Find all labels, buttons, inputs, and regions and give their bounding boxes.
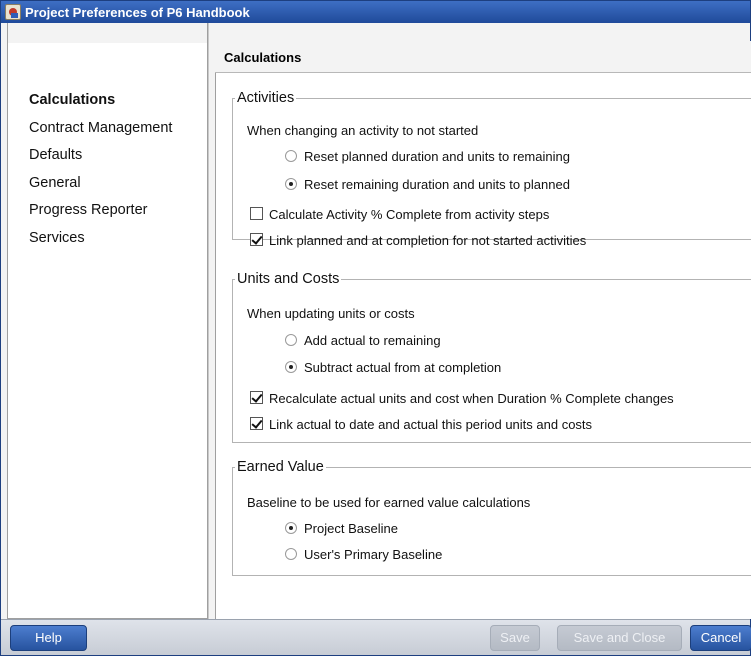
- checkbox-recalculate-actual[interactable]: Recalculate actual units and cost when D…: [250, 390, 674, 406]
- window-title: Project Preferences of P6 Handbook: [25, 5, 250, 20]
- radio-add-actual[interactable]: Add actual to remaining: [285, 332, 441, 348]
- sidebar-item-calculations[interactable]: Calculations: [29, 91, 172, 119]
- checkbox-recalculate-actual-control[interactable]: [250, 391, 263, 405]
- earned-value-group: Earned Value Baseline to be used for ear…: [232, 459, 751, 576]
- checkbox-link-planned[interactable]: Link planned and at completion for not s…: [250, 232, 586, 248]
- content-pane: Activities When changing an activity to …: [215, 73, 751, 619]
- units-costs-legend: Units and Costs: [237, 271, 340, 287]
- radio-primary-baseline[interactable]: User's Primary Baseline: [285, 546, 442, 562]
- save-and-close-button[interactable]: Save and Close: [557, 625, 682, 651]
- earned-value-legend: Earned Value: [237, 459, 324, 475]
- help-button[interactable]: Help: [10, 625, 87, 651]
- sidebar-item-progress-reporter[interactable]: Progress Reporter: [29, 201, 172, 229]
- checkbox-link-planned-control[interactable]: [250, 233, 263, 247]
- project-preferences-dialog: Project Preferences of P6 Handbook Calcu…: [0, 0, 751, 656]
- save-button[interactable]: Save: [490, 625, 540, 651]
- sidebar-item-services[interactable]: Services: [29, 229, 172, 257]
- radio-reset-remaining-control[interactable]: [285, 177, 297, 190]
- radio-reset-remaining-label: Reset remaining duration and units to pl…: [304, 177, 570, 193]
- radio-project-baseline[interactable]: Project Baseline: [285, 520, 398, 536]
- radio-reset-planned-label: Reset planned duration and units to rema…: [304, 149, 570, 165]
- radio-subtract-actual-control[interactable]: [285, 360, 297, 373]
- radio-add-actual-label: Add actual to remaining: [304, 333, 441, 349]
- radio-reset-planned-control[interactable]: [285, 149, 297, 162]
- radio-project-baseline-label: Project Baseline: [304, 521, 398, 537]
- activities-legend: Activities: [237, 90, 295, 106]
- pane-divider[interactable]: [208, 23, 215, 619]
- units-costs-group: Units and Costs When updating units or c…: [232, 271, 751, 443]
- sidebar-nav: Calculations Contract Management Default…: [29, 91, 172, 257]
- earned-value-prompt: Baseline to be used for earned value cal…: [247, 495, 531, 510]
- checkbox-recalculate-actual-label: Recalculate actual units and cost when D…: [269, 391, 674, 407]
- checkbox-link-actual[interactable]: Link actual to date and actual this peri…: [250, 416, 592, 432]
- units-costs-prompt: When updating units or costs: [247, 306, 415, 321]
- sidebar-item-general[interactable]: General: [29, 174, 172, 202]
- radio-reset-planned[interactable]: Reset planned duration and units to rema…: [285, 148, 570, 164]
- content-header: Calculations: [215, 41, 751, 73]
- activities-prompt: When changing an activity to not started: [247, 123, 479, 138]
- checkbox-calc-percent-complete-control[interactable]: [250, 207, 263, 221]
- sidebar-item-defaults[interactable]: Defaults: [29, 146, 172, 174]
- checkbox-link-planned-label: Link planned and at completion for not s…: [269, 233, 587, 249]
- radio-primary-baseline-label: User's Primary Baseline: [304, 547, 443, 563]
- radio-subtract-actual-label: Subtract actual from at completion: [304, 360, 502, 376]
- radio-add-actual-control[interactable]: [285, 333, 297, 346]
- checkbox-link-actual-control[interactable]: [250, 417, 263, 431]
- radio-project-baseline-control[interactable]: [285, 521, 297, 534]
- radio-reset-remaining[interactable]: Reset remaining duration and units to pl…: [285, 176, 570, 192]
- sidebar-item-contract-management[interactable]: Contract Management: [29, 119, 172, 147]
- title-bar[interactable]: Project Preferences of P6 Handbook: [1, 1, 750, 23]
- checkbox-link-actual-label: Link actual to date and actual this peri…: [269, 417, 593, 433]
- footer-bar: Help Save Save and Close Cancel: [1, 619, 751, 655]
- checkbox-calc-percent-complete[interactable]: Calculate Activity % Complete from activ…: [250, 206, 549, 222]
- app-icon: [5, 4, 21, 20]
- radio-primary-baseline-control[interactable]: [285, 547, 297, 560]
- cancel-button[interactable]: Cancel: [690, 625, 751, 651]
- radio-subtract-actual[interactable]: Subtract actual from at completion: [285, 359, 501, 375]
- activities-group: Activities When changing an activity to …: [232, 90, 751, 248]
- page-title: Calculations: [224, 50, 302, 65]
- checkbox-calc-percent-complete-label: Calculate Activity % Complete from activ…: [269, 207, 550, 223]
